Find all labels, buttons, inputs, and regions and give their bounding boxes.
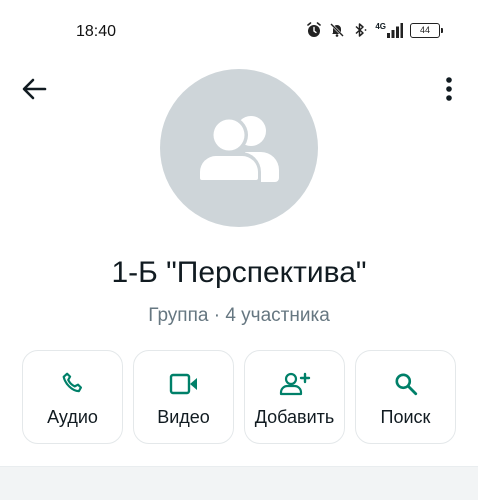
arrow-left-icon — [22, 78, 47, 100]
search-label: Поиск — [380, 407, 431, 427]
group-title: 1-Б "Перспектива" — [111, 256, 367, 289]
video-label: Видео — [157, 407, 210, 427]
add-person-icon — [245, 370, 344, 398]
action-buttons: Аудио Видео Добавить Поиск — [22, 350, 456, 444]
section-divider — [0, 466, 478, 500]
add-label: Добавить — [254, 407, 335, 427]
audio-call-button[interactable]: Аудио — [22, 350, 123, 444]
more-options-button[interactable] — [434, 74, 464, 104]
status-bar: 18:40 4G 44 — [0, 0, 478, 64]
signal-icon: 4G — [375, 21, 403, 38]
video-icon — [134, 370, 233, 398]
more-vertical-icon — [446, 77, 452, 101]
group-avatar[interactable] — [160, 69, 318, 227]
group-icon — [197, 116, 279, 182]
group-subtitle: Группа · 4 участника — [148, 305, 330, 326]
bluetooth-icon — [352, 22, 368, 38]
alarm-icon — [306, 22, 322, 38]
audio-label: Аудио — [47, 407, 98, 427]
back-button[interactable] — [18, 74, 50, 104]
search-icon — [356, 370, 455, 398]
network-type: 4G — [375, 21, 386, 31]
video-call-button[interactable]: Видео — [133, 350, 234, 444]
battery-icon: 44 — [410, 22, 443, 38]
search-button[interactable]: Поиск — [355, 350, 456, 444]
status-time: 18:40 — [76, 23, 117, 40]
phone-icon — [23, 370, 122, 398]
status-icons: 4G 44 — [306, 21, 443, 38]
battery-level: 44 — [419, 24, 430, 35]
add-participant-button[interactable]: Добавить — [244, 350, 345, 444]
silent-bell-icon — [329, 22, 345, 38]
